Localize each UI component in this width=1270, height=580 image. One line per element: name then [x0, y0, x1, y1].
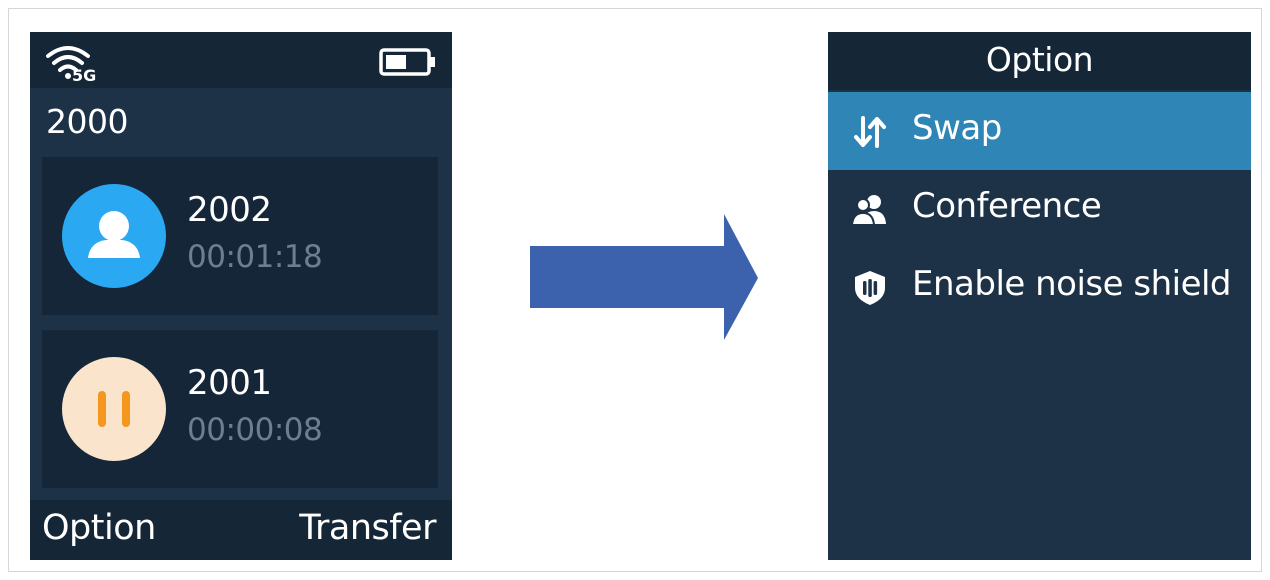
line-number: 2000: [46, 102, 128, 141]
call-number: 2002: [187, 190, 272, 230]
transfer-softkey[interactable]: Transfer: [299, 508, 436, 548]
call-number: 2001: [187, 363, 272, 403]
menu-title: Option: [828, 32, 1251, 90]
avatar: [62, 184, 166, 288]
option-screen: Option Swap Conference Enable noise shie…: [828, 32, 1251, 560]
avatar: [62, 357, 166, 461]
noise-shield-icon: [855, 271, 885, 305]
pause-icon: [98, 391, 130, 427]
wifi-icon: 5G: [46, 46, 96, 82]
battery-icon: [379, 48, 435, 76]
menu-item-label: Swap: [912, 108, 1002, 148]
menu-item-label: Enable noise shield: [912, 264, 1232, 304]
call-duration: 00:01:18: [187, 239, 323, 275]
conference-icon: [850, 195, 886, 226]
menu-item-conference[interactable]: Conference: [828, 170, 1251, 248]
swap-icon: [854, 116, 886, 148]
menu-item-label: Conference: [912, 186, 1102, 226]
call-card-active[interactable]: 2002 00:01:18: [42, 157, 438, 315]
call-screen: 5G 2000 2002 00:01:18 2001 00:00:08 Opti…: [30, 32, 452, 560]
menu-item-noise-shield[interactable]: Enable noise shield: [828, 248, 1251, 326]
call-card-hold[interactable]: 2001 00:00:08: [42, 330, 438, 488]
option-softkey[interactable]: Option: [42, 508, 156, 548]
right-arrow-icon: [530, 214, 758, 340]
call-duration: 00:00:08: [187, 412, 323, 448]
status-bar: 5G: [30, 32, 452, 88]
softkey-bar: Option Transfer: [30, 500, 452, 560]
menu-item-swap[interactable]: Swap: [828, 92, 1251, 170]
network-label: 5G: [72, 66, 96, 82]
contact-icon: [88, 211, 140, 258]
